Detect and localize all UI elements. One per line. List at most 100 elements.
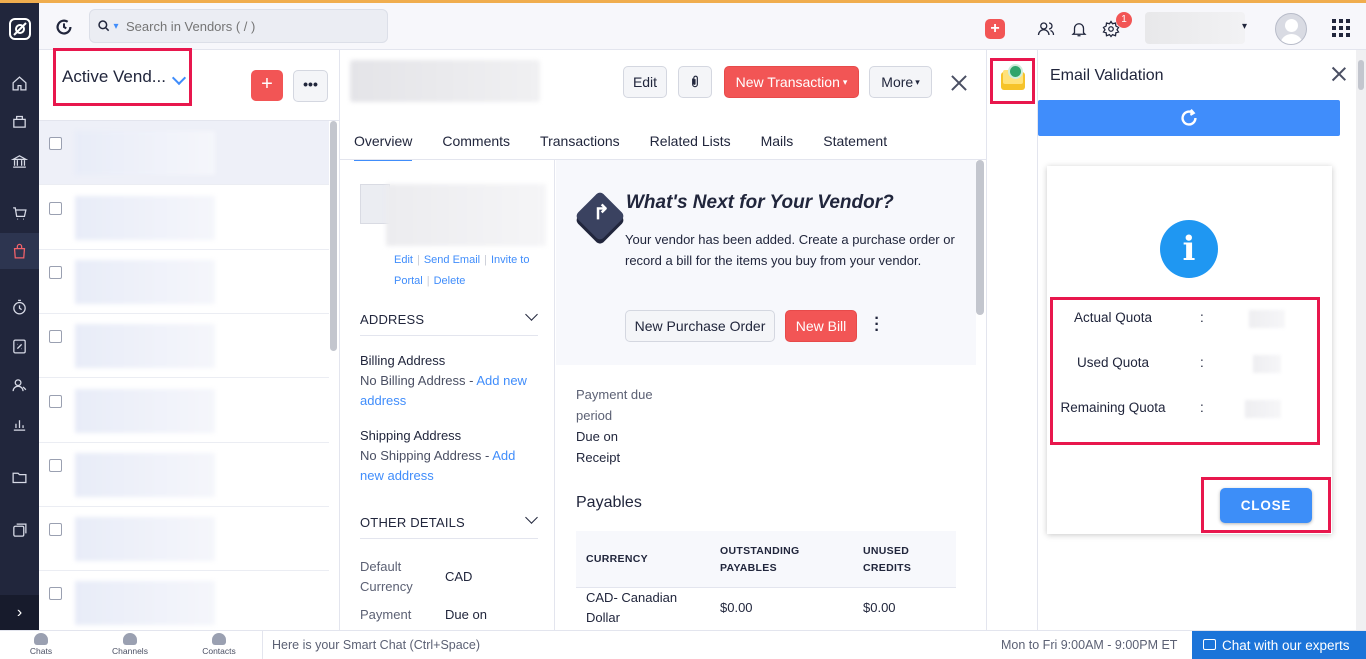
settings-gear-icon[interactable] xyxy=(1100,18,1122,40)
row-checkbox[interactable] xyxy=(49,266,62,279)
tab-overview[interactable]: Overview xyxy=(354,130,413,161)
close-panel-icon[interactable] xyxy=(1330,65,1348,83)
send-email-link[interactable]: Send Email xyxy=(424,254,480,266)
purchases-icon[interactable] xyxy=(0,233,39,269)
accountant-icon[interactable] xyxy=(0,329,39,363)
close-detail-icon[interactable] xyxy=(948,72,970,94)
new-bill-button[interactable]: New Bill xyxy=(785,310,857,342)
list-item[interactable] xyxy=(39,507,329,571)
view-selector[interactable]: Active Vend... xyxy=(53,48,192,106)
items-icon[interactable] xyxy=(0,104,39,138)
documents-icon[interactable] xyxy=(0,460,39,494)
row-checkbox[interactable] xyxy=(49,202,62,215)
more-options-kebab-icon[interactable]: · · · xyxy=(872,311,882,339)
user-avatar[interactable] xyxy=(1275,13,1307,45)
channels-group-icon xyxy=(123,633,137,645)
attach-file-button[interactable] xyxy=(678,66,712,98)
address-section-header[interactable]: ADDRESS xyxy=(360,308,538,336)
detail-tabs: Overview Comments Transactions Related L… xyxy=(354,130,917,161)
edit-button[interactable]: Edit xyxy=(623,66,667,98)
new-transaction-button[interactable]: New Transaction ▾ xyxy=(724,66,859,98)
list-item[interactable] xyxy=(39,250,329,314)
caret-down-icon: ▾ xyxy=(915,76,920,87)
new-vendor-button[interactable]: + xyxy=(251,70,283,101)
contacts-button[interactable]: Contacts xyxy=(189,633,249,656)
search-icon[interactable]: ▾ xyxy=(90,19,126,33)
blurred-vendor-name xyxy=(75,260,215,304)
list-item[interactable] xyxy=(39,571,329,635)
new-transaction-label: New Transaction xyxy=(735,74,840,90)
search-bar[interactable]: ▾ xyxy=(89,9,388,43)
organization-switcher[interactable] xyxy=(1145,12,1245,44)
chat-with-experts-button[interactable]: Chat with our experts xyxy=(1192,631,1366,659)
chevron-down-icon[interactable]: ▾ xyxy=(1242,21,1247,32)
email-validation-title: Email Validation xyxy=(1050,67,1164,84)
row-checkbox[interactable] xyxy=(49,523,62,536)
chats-button[interactable]: Chats xyxy=(11,633,71,656)
row-checkbox[interactable] xyxy=(49,137,62,150)
list-item[interactable] xyxy=(39,314,329,378)
tab-related-lists[interactable]: Related Lists xyxy=(650,130,731,161)
new-purchase-order-button[interactable]: New Purchase Order xyxy=(625,310,775,342)
blurred-vendor-name xyxy=(75,453,215,497)
edit-contact-link[interactable]: Edit xyxy=(394,254,413,266)
paperclip-icon xyxy=(692,75,698,88)
notifications-bell-icon[interactable] xyxy=(1068,18,1090,40)
whats-next-text: Your vendor has been added. Create a pur… xyxy=(625,232,955,268)
contacts-label: Contacts xyxy=(202,646,236,656)
quick-create-button[interactable]: + xyxy=(985,19,1005,39)
billing-address-empty: No Billing Address - xyxy=(360,373,474,388)
refer-users-icon[interactable] xyxy=(1035,18,1057,40)
refresh-button[interactable] xyxy=(1038,100,1340,136)
tab-comments[interactable]: Comments xyxy=(442,130,510,161)
search-input[interactable] xyxy=(126,18,376,34)
envelope-check-icon xyxy=(1000,64,1025,90)
sales-icon[interactable] xyxy=(0,196,39,230)
blurred-vendor-name xyxy=(75,196,215,240)
vendors-icon[interactable] xyxy=(0,368,39,402)
row-checkbox[interactable] xyxy=(49,459,62,472)
banking-icon[interactable] xyxy=(0,144,39,178)
delete-contact-link[interactable]: Delete xyxy=(434,275,466,287)
top-bar: ▾ + 1 ▾ xyxy=(39,0,1366,50)
panel-scrollbar[interactable] xyxy=(1356,50,1366,630)
list-item[interactable] xyxy=(39,379,329,443)
chat-bubble-icon xyxy=(34,633,48,645)
quota-row-remaining: Remaining Quota : xyxy=(1053,400,1317,420)
other-details-title: OTHER DETAILS xyxy=(360,515,465,530)
list-scrollbar[interactable] xyxy=(330,121,337,351)
integrations-icon[interactable] xyxy=(0,513,39,547)
remaining-quota-label: Remaining Quota xyxy=(1060,400,1166,415)
quota-row-actual: Actual Quota : xyxy=(1053,310,1317,330)
list-more-options-button[interactable]: ••• xyxy=(293,70,328,102)
reports-icon[interactable] xyxy=(0,407,39,441)
email-validation-extension-icon[interactable] xyxy=(990,58,1035,104)
home-icon[interactable] xyxy=(0,66,39,100)
channels-button[interactable]: Channels xyxy=(100,633,160,656)
more-button[interactable]: More ▾ xyxy=(869,66,932,98)
app-logo-icon[interactable] xyxy=(0,6,39,52)
time-tracking-icon[interactable] xyxy=(0,290,39,324)
tab-mails[interactable]: Mails xyxy=(761,130,794,161)
row-checkbox[interactable] xyxy=(49,587,62,600)
expand-sidebar-button[interactable]: › xyxy=(0,595,39,631)
payment-due-value: Due on Receipt xyxy=(576,429,621,465)
list-item[interactable] xyxy=(39,443,329,507)
actual-quota-label: Actual Quota xyxy=(1073,310,1153,325)
overview-left-column: Edit | Send Email | Invite to Portal | Delete … xyxy=(340,160,555,630)
tab-transactions[interactable]: Transactions xyxy=(540,130,620,161)
close-button[interactable]: CLOSE xyxy=(1220,487,1312,523)
quota-colon: : xyxy=(1200,400,1204,415)
list-item[interactable] xyxy=(39,121,329,185)
list-item[interactable] xyxy=(39,186,329,250)
other-details-section-header[interactable]: OTHER DETAILS xyxy=(360,511,538,539)
app-grid-icon[interactable] xyxy=(1332,19,1350,37)
payables-table: CURRENCY OUTSTANDING PAYABLES UNUSED CRE… xyxy=(576,531,956,638)
whats-next-card: What's Next for Your Vendor? Your vendor… xyxy=(556,160,976,365)
column-header: CURRENCY xyxy=(586,553,648,565)
recent-activity-icon[interactable] xyxy=(53,16,75,38)
tab-statement[interactable]: Statement xyxy=(823,130,887,161)
detail-scrollbar[interactable] xyxy=(976,160,984,315)
row-checkbox[interactable] xyxy=(49,330,62,343)
row-checkbox[interactable] xyxy=(49,395,62,408)
